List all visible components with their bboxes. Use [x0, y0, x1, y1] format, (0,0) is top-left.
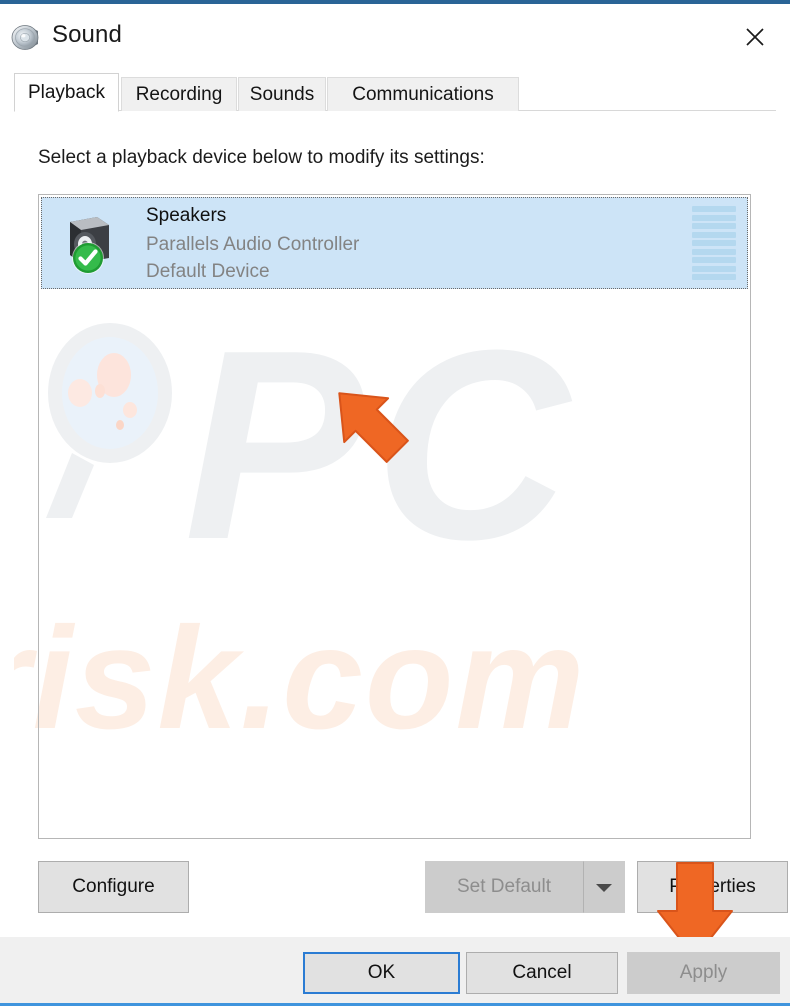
tab-communications[interactable]: Communications: [327, 77, 519, 111]
properties-button-label: Properties: [669, 876, 756, 897]
volume-meter: [692, 206, 736, 280]
configure-button[interactable]: Configure: [38, 861, 189, 913]
properties-button[interactable]: Properties: [637, 861, 788, 913]
volume-meter-segment: [692, 257, 736, 263]
tab-sounds[interactable]: Sounds: [238, 77, 326, 111]
volume-meter-segment: [692, 223, 736, 229]
volume-meter-segment: [692, 231, 736, 238]
ok-button[interactable]: OK: [303, 952, 460, 994]
volume-meter-segment: [692, 206, 736, 212]
close-icon[interactable]: [724, 8, 786, 66]
cancel-button-label: Cancel: [512, 962, 572, 983]
set-default-button[interactable]: Set Default: [425, 861, 583, 913]
configure-button-label: Configure: [72, 876, 155, 897]
cancel-button[interactable]: Cancel: [466, 952, 618, 994]
device-name: Speakers: [146, 205, 227, 226]
ok-button-label: OK: [367, 962, 396, 983]
tab-label: Playback: [27, 81, 106, 103]
tab-recording[interactable]: Recording: [121, 77, 237, 111]
volume-meter-segment: [692, 240, 736, 246]
volume-meter-segment: [692, 274, 736, 280]
tab-label: Communications: [352, 83, 494, 105]
device-status: Default Device: [146, 261, 270, 282]
volume-meter-segment: [692, 214, 736, 221]
dialog-footer: OK Cancel Apply: [0, 937, 790, 1003]
title-bar: Sound: [0, 8, 790, 66]
speaker-device-icon: [63, 214, 121, 276]
tab-label: Recording: [135, 83, 223, 105]
device-driver: Parallels Audio Controller: [146, 234, 360, 255]
chevron-down-icon[interactable]: [583, 861, 625, 913]
tab-strip: Playback Recording Sounds Communications: [14, 73, 776, 112]
page-title: Sound: [52, 21, 122, 48]
list-item[interactable]: Speakers Parallels Audio Controller Defa…: [41, 197, 748, 289]
volume-meter-segment: [692, 265, 736, 272]
set-default-button-label: Set Default: [457, 876, 551, 897]
tab-playback[interactable]: Playback: [14, 73, 119, 112]
instruction-text: Select a playback device below to modify…: [38, 147, 485, 168]
playback-device-list[interactable]: Speakers Parallels Audio Controller Defa…: [38, 194, 751, 839]
playback-tab-panel: PC risk.com Select a playback device bel…: [14, 111, 788, 959]
apply-button[interactable]: Apply: [627, 952, 780, 994]
sound-dialog: Sound Playback Recording Sounds Communic…: [0, 0, 790, 1006]
apply-button-label: Apply: [679, 962, 728, 983]
volume-meter-segment: [692, 248, 736, 255]
tab-label: Sounds: [249, 83, 315, 105]
speaker-icon: [10, 20, 44, 54]
